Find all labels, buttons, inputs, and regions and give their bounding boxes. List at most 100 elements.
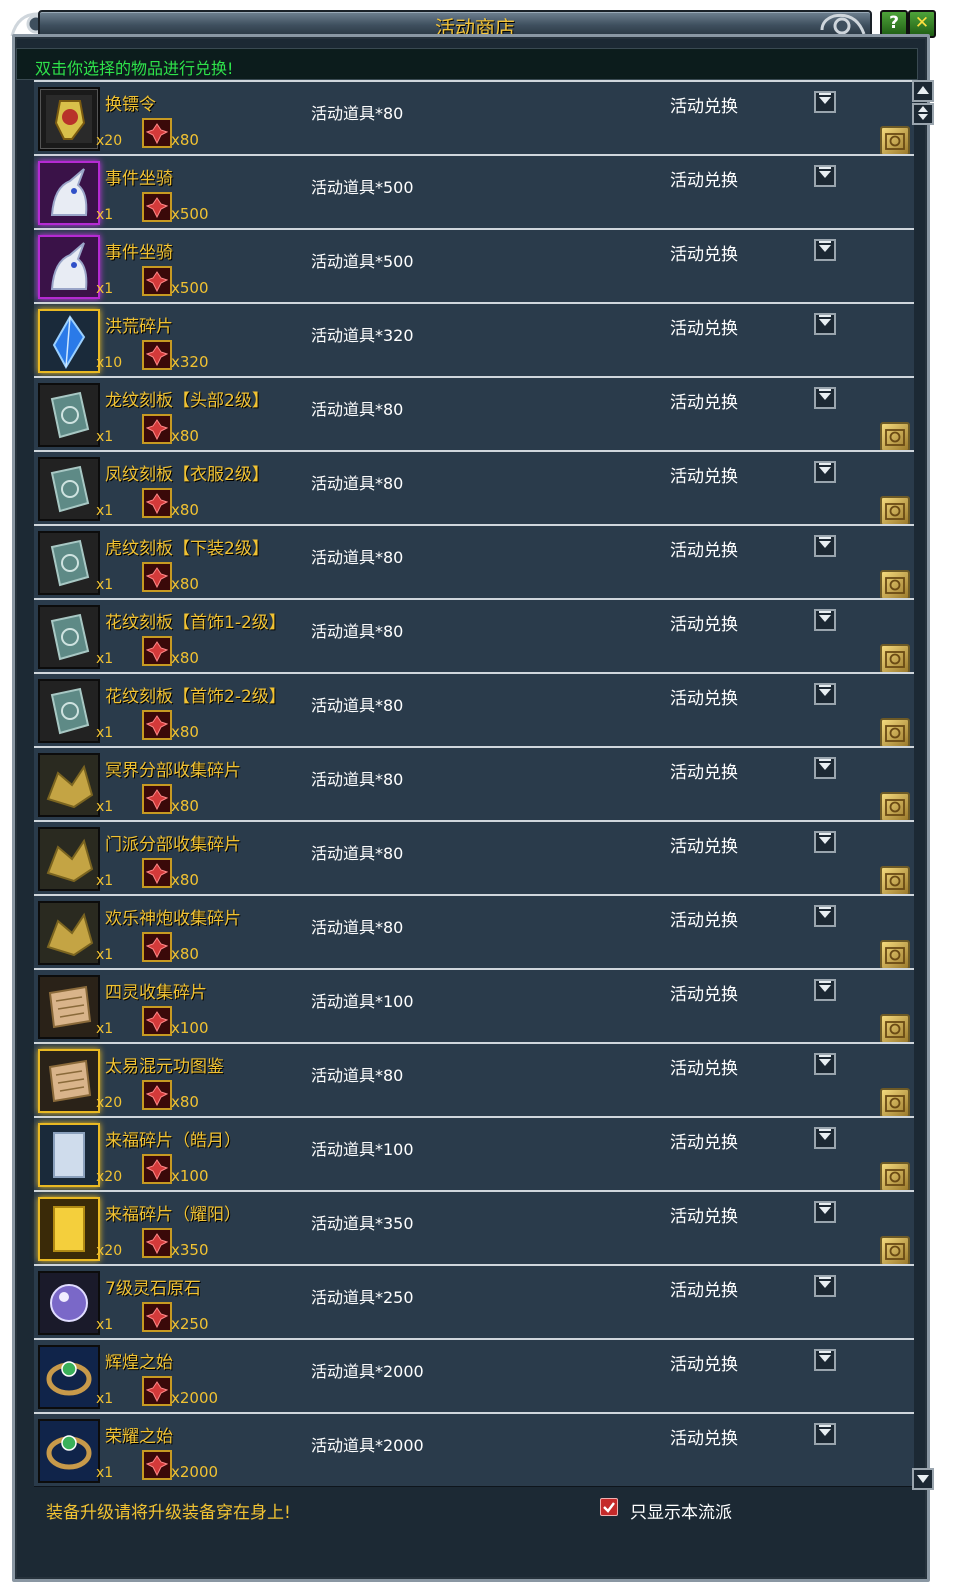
expand-dropdown-button[interactable]: [814, 1349, 836, 1371]
unicorn-mount-icon[interactable]: [38, 235, 100, 299]
preview-badge-icon[interactable]: [880, 1014, 910, 1044]
item-name: 冥界分部收集碎片: [105, 761, 241, 781]
shop-item-row[interactable]: x1 事件坐骑 x500 活动道具*500 活动兑换: [34, 228, 914, 303]
shop-item-row[interactable]: x1 花纹刻板【首饰2-2级】 x80 活动道具*80 活动兑换: [34, 672, 914, 748]
expand-dropdown-button[interactable]: [814, 905, 836, 927]
preview-badge-icon[interactable]: [880, 866, 910, 896]
expand-dropdown-button[interactable]: [814, 1127, 836, 1149]
activity-token-icon: [142, 192, 172, 222]
expand-dropdown-button[interactable]: [814, 1201, 836, 1223]
item-name: 换镖令: [105, 95, 156, 115]
blue-crystal-icon[interactable]: [38, 309, 100, 373]
item-cost: 活动道具*80: [311, 474, 404, 493]
engraving-plate-icon[interactable]: [38, 383, 100, 447]
item-cost: 活动道具*80: [311, 770, 404, 789]
expand-dropdown-button[interactable]: [814, 979, 836, 1001]
engraving-plate-icon[interactable]: [38, 605, 100, 669]
expand-dropdown-button[interactable]: [814, 535, 836, 557]
token-quantity: x80: [171, 797, 199, 815]
shop-item-row[interactable]: x1 龙纹刻板【头部2级】 x80 活动道具*80 活动兑换: [34, 376, 914, 452]
ring-icon[interactable]: [38, 1419, 100, 1483]
fragment-pile-icon[interactable]: [38, 753, 100, 817]
preview-badge-icon[interactable]: [880, 570, 910, 600]
preview-badge-icon[interactable]: [880, 718, 910, 748]
scroll-token-icon[interactable]: [38, 87, 100, 151]
item-quantity: x20: [96, 1243, 123, 1259]
item-name: 事件坐骑: [105, 243, 173, 263]
exchange-type: 活动兑换: [670, 245, 738, 265]
filter-checkbox[interactable]: [600, 1498, 618, 1516]
preview-badge-icon[interactable]: [880, 792, 910, 822]
token-quantity: x80: [171, 945, 199, 963]
silver-card-icon[interactable]: [38, 1123, 100, 1187]
preview-badge-icon[interactable]: [880, 940, 910, 970]
preview-badge-icon[interactable]: [880, 422, 910, 452]
preview-badge-icon[interactable]: [880, 1162, 910, 1192]
shop-item-row[interactable]: x1 花纹刻板【首饰1-2级】 x80 活动道具*80 活动兑换: [34, 598, 914, 674]
activity-token-icon: [142, 340, 172, 370]
shop-item-row[interactable]: x1 7级灵石原石 x250 活动道具*250 活动兑换: [34, 1264, 914, 1339]
item-quantity: x1: [96, 281, 114, 297]
fragment-pile-icon[interactable]: [38, 901, 100, 965]
spirit-stone-icon[interactable]: [38, 1271, 100, 1335]
preview-badge-icon[interactable]: [880, 496, 910, 526]
scroll-fragment-icon[interactable]: [38, 1049, 100, 1113]
item-quantity: x1: [96, 725, 114, 741]
item-quantity: x10: [96, 355, 123, 371]
expand-dropdown-button[interactable]: [814, 757, 836, 779]
item-name: 洪荒碎片: [105, 317, 173, 337]
expand-dropdown-button[interactable]: [814, 1275, 836, 1297]
shop-item-row[interactable]: x20 换镖令 x80 活动道具*80 活动兑换: [34, 80, 914, 156]
expand-dropdown-button[interactable]: [814, 239, 836, 261]
scroll-down-button[interactable]: [912, 1468, 934, 1490]
token-quantity: x80: [171, 131, 199, 149]
shop-item-row[interactable]: x20 来福碎片（耀阳） x350 活动道具*350 活动兑换: [34, 1190, 914, 1266]
unicorn-mount-icon[interactable]: [38, 161, 100, 225]
preview-badge-icon[interactable]: [880, 1236, 910, 1266]
expand-dropdown-button[interactable]: [814, 1053, 836, 1075]
instruction-text: 双击你选择的物品进行兑换!: [35, 59, 234, 78]
preview-badge-icon[interactable]: [880, 1088, 910, 1118]
shop-item-row[interactable]: x1 凤纹刻板【衣服2级】 x80 活动道具*80 活动兑换: [34, 450, 914, 526]
engraving-plate-icon[interactable]: [38, 457, 100, 521]
shop-item-row[interactable]: x1 冥界分部收集碎片 x80 活动道具*80 活动兑换: [34, 746, 914, 822]
item-cost: 活动道具*80: [311, 696, 404, 715]
expand-dropdown-button[interactable]: [814, 1423, 836, 1445]
scroll-up-button[interactable]: [912, 80, 934, 102]
engraving-plate-icon[interactable]: [38, 679, 100, 743]
ring-icon[interactable]: [38, 1345, 100, 1409]
filter-checkbox-label[interactable]: 只显示本流派: [630, 1498, 732, 1523]
exchange-type: 活动兑换: [670, 837, 738, 857]
shop-item-row[interactable]: x1 四灵收集碎片 x100 活动道具*100 活动兑换: [34, 968, 914, 1044]
expand-dropdown-button[interactable]: [814, 683, 836, 705]
expand-dropdown-button[interactable]: [814, 387, 836, 409]
scroll-fragment-icon[interactable]: [38, 975, 100, 1039]
shop-item-row[interactable]: x1 荣耀之始 x2000 活动道具*2000 活动兑换: [34, 1412, 914, 1487]
expand-dropdown-button[interactable]: [814, 165, 836, 187]
expand-dropdown-button[interactable]: [814, 831, 836, 853]
shop-item-row[interactable]: x20 太易混元功图鉴 x80 活动道具*80 活动兑换: [34, 1042, 914, 1118]
expand-dropdown-button[interactable]: [814, 609, 836, 631]
shop-item-row[interactable]: x1 虎纹刻板【下装2级】 x80 活动道具*80 活动兑换: [34, 524, 914, 600]
expand-dropdown-button[interactable]: [814, 91, 836, 113]
item-cost: 活动道具*80: [311, 622, 404, 641]
expand-dropdown-button[interactable]: [814, 313, 836, 335]
preview-badge-icon[interactable]: [880, 644, 910, 674]
token-quantity: x80: [171, 575, 199, 593]
item-quantity: x1: [96, 503, 114, 519]
expand-dropdown-button[interactable]: [814, 461, 836, 483]
fragment-pile-icon[interactable]: [38, 827, 100, 891]
scroll-thumb[interactable]: [912, 103, 934, 125]
shop-item-row[interactable]: x1 辉煌之始 x2000 活动道具*2000 活动兑换: [34, 1338, 914, 1413]
shop-item-row[interactable]: x10 洪荒碎片 x320 活动道具*320 活动兑换: [34, 302, 914, 377]
item-quantity: x1: [96, 651, 114, 667]
instruction-bar: 双击你选择的物品进行兑换!: [16, 48, 918, 80]
engraving-plate-icon[interactable]: [38, 531, 100, 595]
shop-item-row[interactable]: x1 门派分部收集碎片 x80 活动道具*80 活动兑换: [34, 820, 914, 896]
gold-card-icon[interactable]: [38, 1197, 100, 1261]
item-quantity: x1: [96, 1021, 114, 1037]
preview-badge-icon[interactable]: [880, 126, 910, 156]
shop-item-row[interactable]: x1 欢乐神炮收集碎片 x80 活动道具*80 活动兑换: [34, 894, 914, 970]
shop-item-row[interactable]: x1 事件坐骑 x500 活动道具*500 活动兑换: [34, 154, 914, 229]
shop-item-row[interactable]: x20 来福碎片（皓月） x100 活动道具*100 活动兑换: [34, 1116, 914, 1192]
